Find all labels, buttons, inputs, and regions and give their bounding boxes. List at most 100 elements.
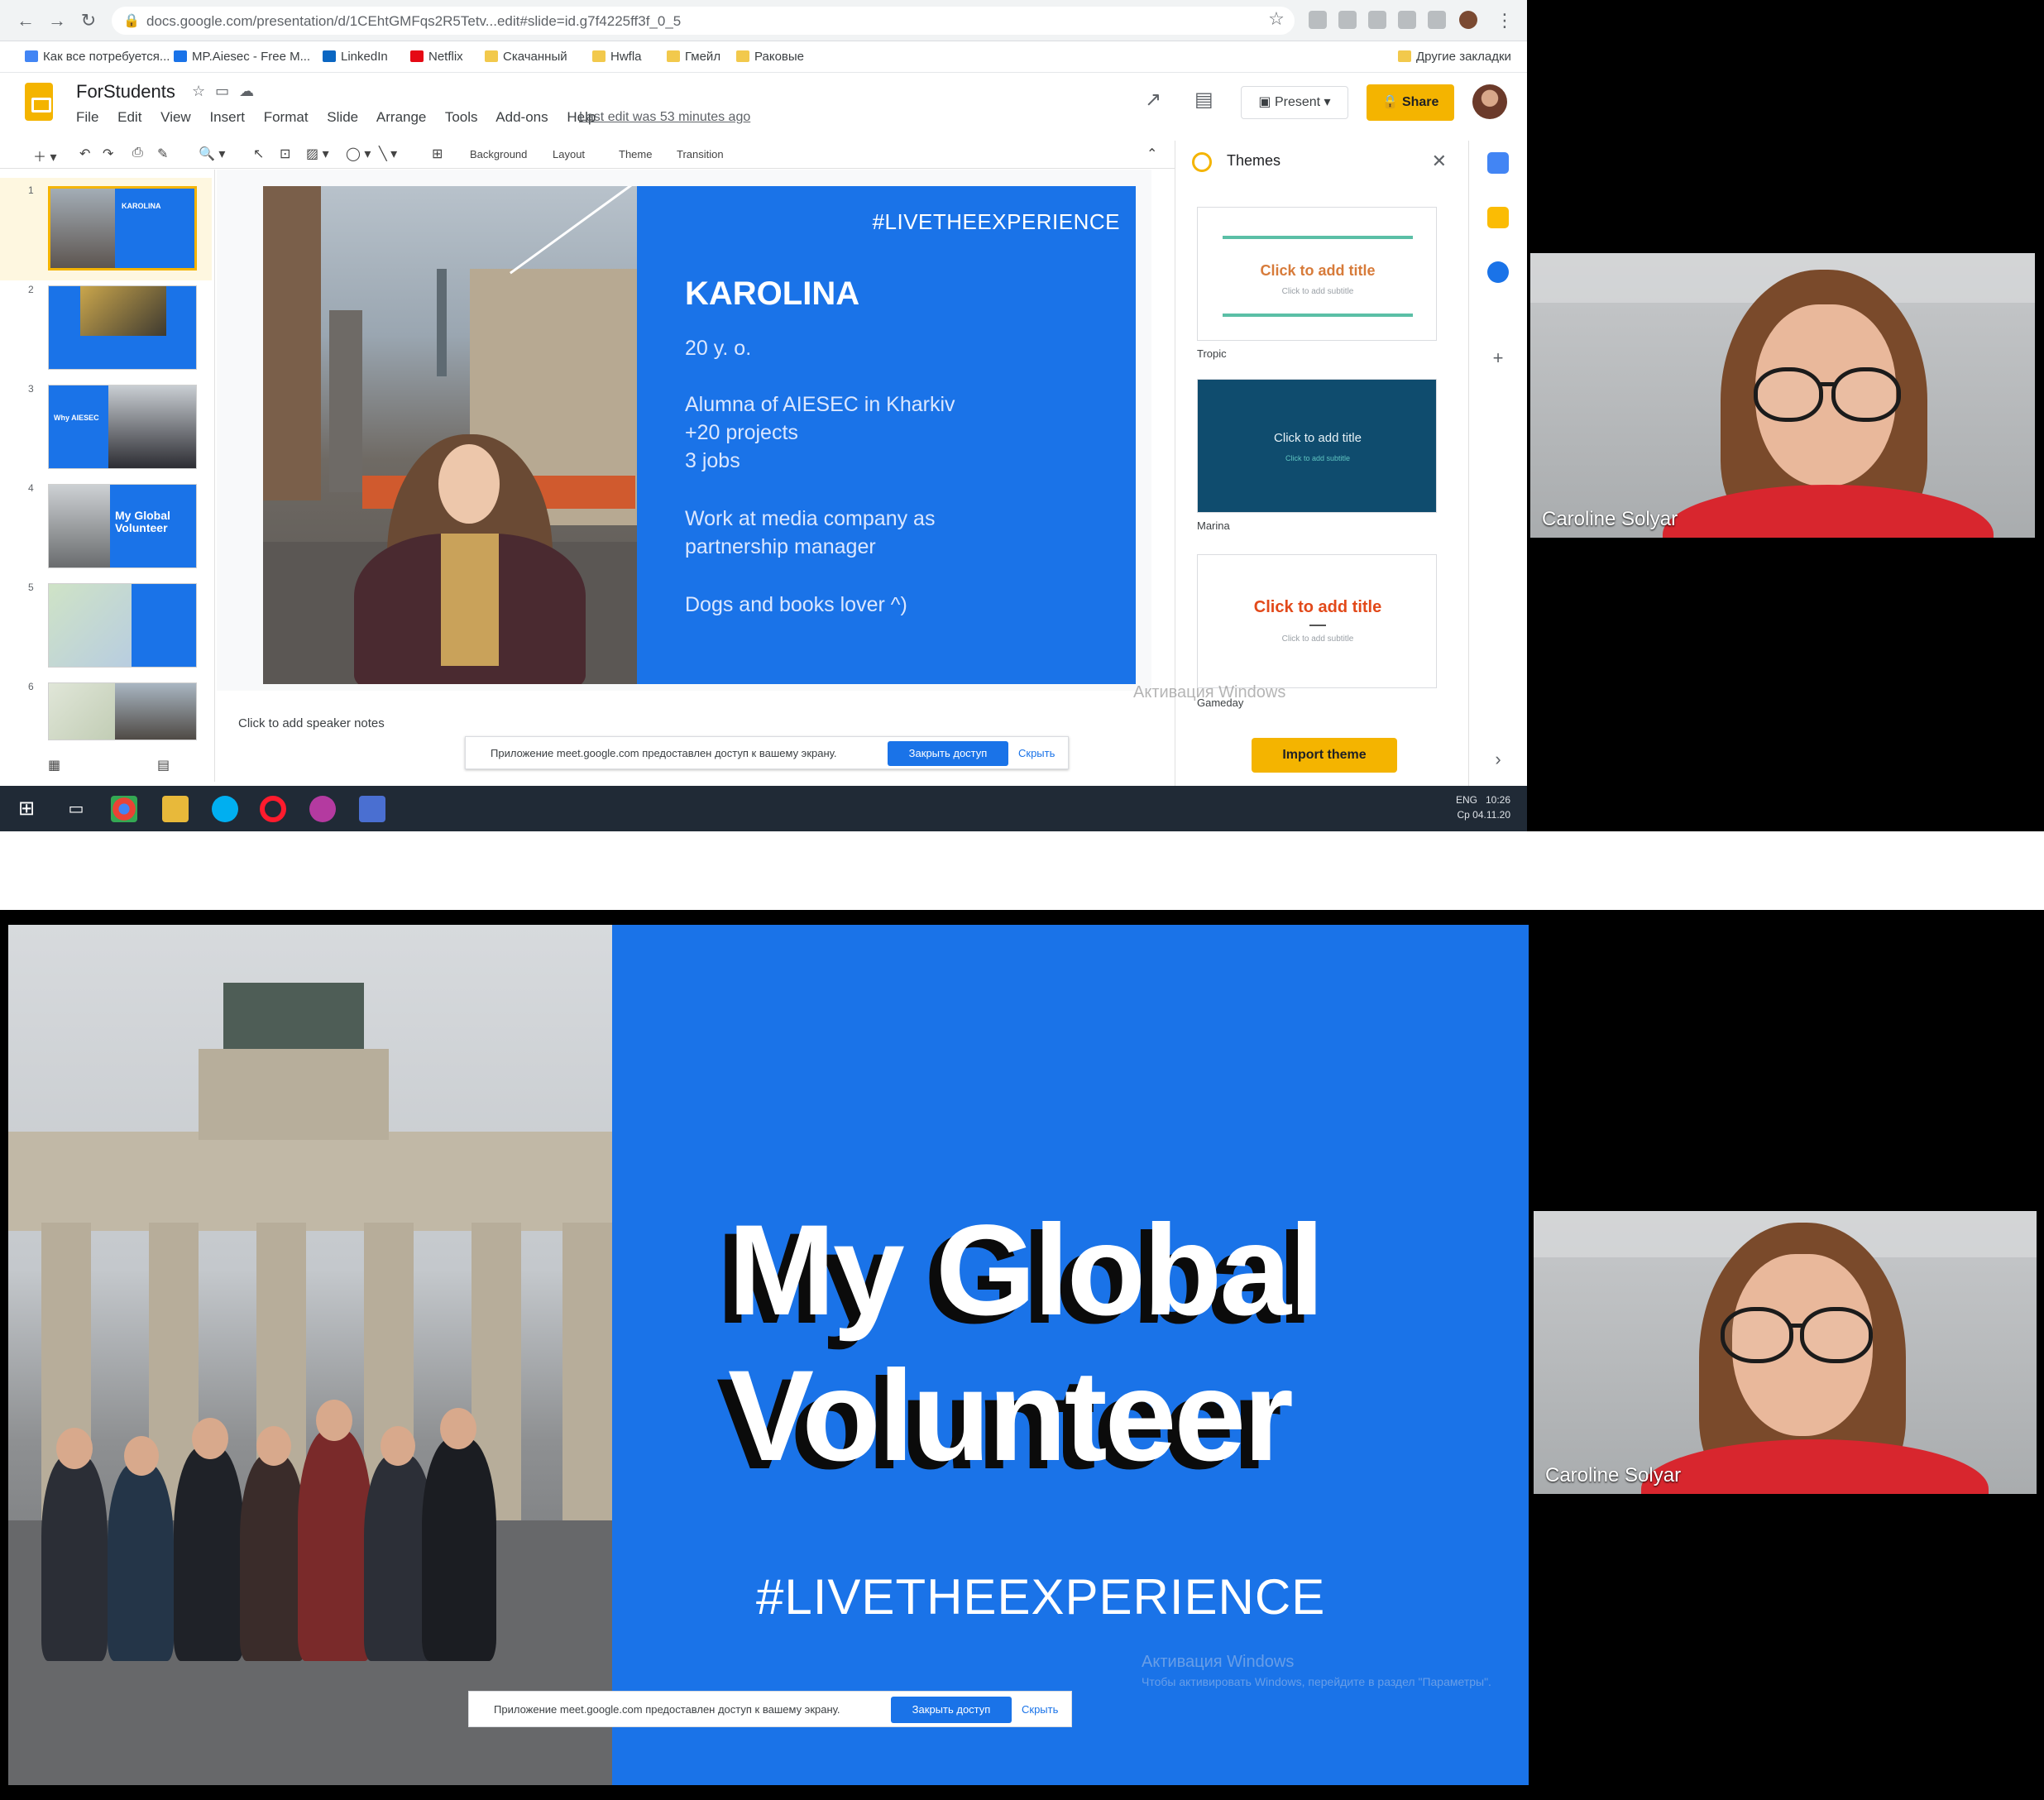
close-icon[interactable]: ✕ bbox=[1432, 151, 1447, 172]
task-view-icon[interactable]: ▭ bbox=[63, 796, 89, 822]
slide-thumbnail-5[interactable] bbox=[48, 583, 197, 668]
theme-card-marina[interactable]: Click to add title Click to add subtitle bbox=[1197, 379, 1437, 513]
explorer-taskbar-icon[interactable] bbox=[162, 796, 189, 822]
comment-add-icon[interactable]: ⊞ bbox=[432, 146, 443, 162]
document-title[interactable]: ForStudents bbox=[76, 81, 175, 103]
bookmark-folder[interactable]: Раковые bbox=[736, 50, 804, 64]
layout-button[interactable]: Layout bbox=[553, 148, 585, 160]
slide-thumbnail-4[interactable]: My Global Volunteer bbox=[48, 484, 197, 568]
new-slide-icon[interactable]: ＋ ▾ bbox=[33, 146, 56, 165]
slide-canvas: #LIVETHEEXPERIENCE KAROLINA 20 y. o. Alu… bbox=[217, 170, 1151, 691]
reload-icon[interactable]: ↻ bbox=[78, 10, 99, 31]
theme-card-gameday[interactable]: Click to add title Click to add subtitle bbox=[1197, 554, 1437, 688]
textbox-icon[interactable]: ⊡ bbox=[280, 146, 290, 162]
redo-icon[interactable]: ↷ bbox=[103, 146, 113, 162]
slides-logo-icon[interactable] bbox=[25, 83, 53, 121]
line-icon[interactable]: ╲ ▾ bbox=[379, 146, 397, 162]
menu-addons[interactable]: Add-ons bbox=[495, 109, 548, 125]
system-tray[interactable]: ENG 10:26 Ср 04.11.20 bbox=[1456, 792, 1510, 822]
bookmark-item[interactable]: Netflix bbox=[410, 50, 463, 64]
url-text: docs.google.com/presentation/d/1CEhtGMFq… bbox=[146, 13, 682, 29]
bookmark-item[interactable]: MP.Aiesec - Free M... bbox=[174, 50, 310, 64]
undo-icon[interactable]: ↶ bbox=[79, 146, 90, 162]
extension-icon[interactable] bbox=[1309, 11, 1327, 29]
menu-view[interactable]: View bbox=[160, 109, 191, 125]
back-icon[interactable]: ← bbox=[15, 10, 36, 31]
chevron-right-icon[interactable]: › bbox=[1487, 749, 1509, 770]
select-icon[interactable]: ↖ bbox=[253, 146, 264, 162]
opera-taskbar-icon[interactable] bbox=[260, 796, 286, 822]
app-taskbar-icon[interactable] bbox=[309, 796, 336, 822]
editor-toolbar: ＋ ▾ ↶ ↷ ⎙ ✎ 🔍 ▾ ↖ ⊡ ▨ ▾ ◯ ▾ ╲ ▾ ⊞ Backgr… bbox=[0, 141, 1175, 169]
participant-video-tile[interactable]: Caroline Solyar bbox=[1530, 253, 2035, 538]
bookmark-folder[interactable]: Скачанный bbox=[485, 50, 567, 64]
extension-icon[interactable] bbox=[1398, 11, 1416, 29]
bookmark-folder[interactable]: Hwfla bbox=[592, 50, 642, 64]
current-slide[interactable]: #LIVETHEEXPERIENCE KAROLINA 20 y. o. Alu… bbox=[263, 186, 1136, 684]
folder-icon[interactable]: ▭ bbox=[215, 83, 239, 99]
calendar-icon[interactable] bbox=[1487, 152, 1509, 174]
menu-edit[interactable]: Edit bbox=[117, 109, 141, 125]
star-icon[interactable]: ☆ bbox=[192, 83, 215, 99]
windows-start-icon[interactable]: ⊞ bbox=[13, 796, 40, 822]
transition-button[interactable]: Transition bbox=[677, 148, 724, 160]
cloud-icon[interactable]: ☁ bbox=[239, 83, 264, 99]
activity-icon[interactable]: ↗ bbox=[1145, 88, 1161, 112]
present-button[interactable]: ▣ Present ▾ bbox=[1241, 86, 1348, 119]
print-icon[interactable]: ⎙ bbox=[132, 146, 143, 160]
meet-capture-bottom: My Global Volunteer #LIVETHEEXPERIENCE А… bbox=[0, 910, 2044, 1800]
menu-format[interactable]: Format bbox=[264, 109, 309, 125]
share-message: Приложение meet.google.com предоставлен … bbox=[494, 1703, 840, 1716]
slide-thumbnail-3[interactable]: Why AIESEC bbox=[48, 385, 197, 469]
extension-icon[interactable] bbox=[1368, 11, 1386, 29]
grid-view-icon[interactable]: ▦ bbox=[48, 757, 60, 773]
participant-video-tile[interactable]: Caroline Solyar bbox=[1534, 1211, 2037, 1494]
add-icon[interactable]: + bbox=[1487, 347, 1509, 369]
kebab-menu-icon[interactable]: ⋮ bbox=[1494, 10, 1515, 31]
bookmark-item[interactable]: LinkedIn bbox=[323, 50, 388, 64]
account-avatar[interactable] bbox=[1472, 84, 1507, 119]
bookmark-folder[interactable]: Гмейл bbox=[667, 50, 720, 64]
zoom-icon[interactable]: 🔍 ▾ bbox=[199, 146, 225, 162]
composite-screenshot: ← → ↻ 🔒 docs.google.com/presentation/d/1… bbox=[0, 0, 2044, 1800]
import-theme-button[interactable]: Import theme bbox=[1252, 738, 1397, 773]
app-taskbar-icon[interactable] bbox=[359, 796, 385, 822]
background-button[interactable]: Background bbox=[470, 148, 527, 160]
image-icon[interactable]: ▨ ▾ bbox=[306, 146, 329, 162]
slide-thumbnail-1[interactable]: KAROLINA bbox=[48, 186, 197, 270]
profile-avatar[interactable] bbox=[1459, 11, 1477, 29]
other-bookmarks[interactable]: Другие закладки bbox=[1398, 50, 1511, 64]
chevron-up-icon[interactable]: ⌃ bbox=[1146, 146, 1157, 162]
menu-tools[interactable]: Tools bbox=[445, 109, 478, 125]
address-bar[interactable]: 🔒 docs.google.com/presentation/d/1CEhtGM… bbox=[112, 7, 1295, 35]
hide-share-bar-link[interactable]: Скрыть bbox=[1022, 1703, 1058, 1716]
extension-icon[interactable] bbox=[1338, 11, 1357, 29]
filmstrip-view-icon[interactable]: ▤ bbox=[157, 757, 170, 773]
speaker-notes[interactable]: Click to add speaker notes bbox=[238, 716, 385, 730]
last-edit-link[interactable]: Last edit was 53 minutes ago bbox=[579, 110, 750, 125]
extension-icon[interactable] bbox=[1428, 11, 1446, 29]
slide-thumbnail-2[interactable] bbox=[48, 285, 197, 370]
star-icon[interactable]: ☆ bbox=[1266, 8, 1287, 30]
menu-arrange[interactable]: Arrange bbox=[376, 109, 426, 125]
menu-file[interactable]: File bbox=[76, 109, 98, 125]
menu-insert[interactable]: Insert bbox=[209, 109, 245, 125]
glasses bbox=[1721, 1307, 1793, 1363]
shape-icon[interactable]: ◯ ▾ bbox=[346, 146, 371, 162]
paint-format-icon[interactable]: ✎ bbox=[157, 146, 168, 162]
stop-sharing-button[interactable]: Закрыть доступ bbox=[888, 741, 1008, 766]
stop-sharing-button[interactable]: Закрыть доступ bbox=[891, 1697, 1012, 1723]
theme-card-tropic[interactable]: Click to add title Click to add subtitle bbox=[1197, 207, 1437, 341]
forward-icon[interactable]: → bbox=[46, 10, 68, 31]
theme-button[interactable]: Theme bbox=[619, 148, 652, 160]
share-button[interactable]: 🔒 Share bbox=[1367, 84, 1454, 121]
comments-icon[interactable]: ▤ bbox=[1194, 88, 1213, 112]
bookmark-item[interactable]: Как все потребуется... bbox=[25, 50, 170, 64]
chrome-taskbar-icon[interactable] bbox=[111, 796, 137, 822]
menu-slide[interactable]: Slide bbox=[327, 109, 358, 125]
keep-icon[interactable] bbox=[1487, 207, 1509, 228]
skype-taskbar-icon[interactable] bbox=[212, 796, 238, 822]
slide-thumbnail-6[interactable] bbox=[48, 682, 197, 740]
hide-share-bar-link[interactable]: Скрыть bbox=[1018, 747, 1055, 759]
tasks-icon[interactable] bbox=[1487, 261, 1509, 283]
